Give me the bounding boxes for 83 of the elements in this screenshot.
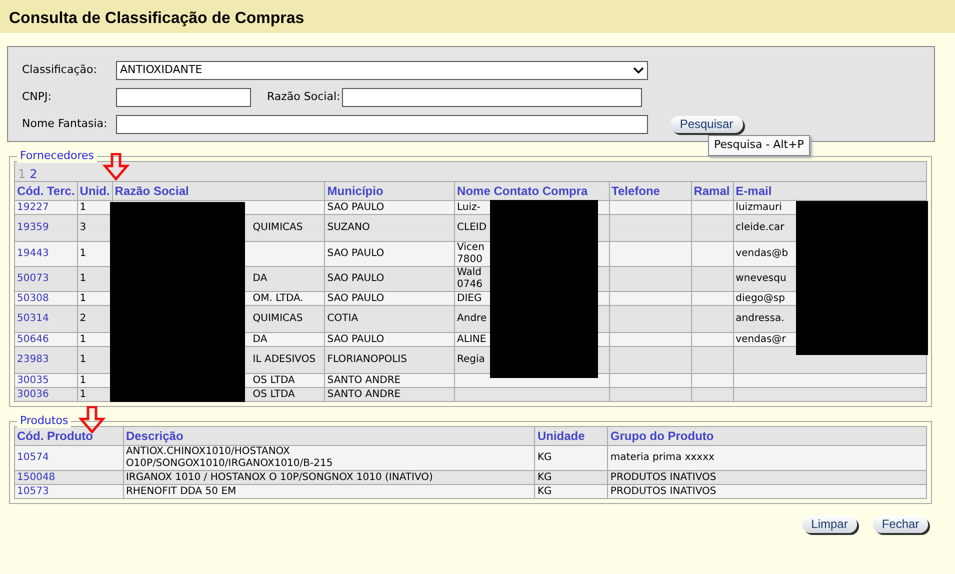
table-cell: OS LTDA — [252, 388, 295, 400]
table-cell: SAO PAULO — [327, 334, 384, 344]
table-cell: CLEID — [457, 222, 487, 233]
field-label: Razão Social: — [267, 89, 340, 106]
table-cell: 2 — [80, 313, 86, 324]
table-cell: 1 — [80, 374, 86, 386]
trade-name-field[interactable] — [116, 115, 648, 134]
field-label: CNPJ: — [22, 89, 52, 106]
column-header[interactable]: Unidade — [534, 426, 608, 446]
table-cell: luizmauri — [736, 202, 782, 212]
table-cell: DA — [252, 273, 268, 284]
table-cell: DIEG — [457, 292, 482, 304]
table-cell: KG — [537, 486, 552, 496]
table-cell: Luiz- — [457, 202, 480, 212]
table-cell: 3 — [80, 222, 86, 233]
table-cell: PRODUTOS INATIVOS — [610, 486, 716, 496]
field-label: Classificação: — [22, 62, 98, 78]
table-cell: Vicen 7800 — [457, 242, 484, 265]
table-cell: IL ADESIVOS — [252, 354, 316, 365]
table-cell: SANTO ANDRE — [327, 388, 401, 400]
page-link[interactable]: 2 — [30, 165, 38, 178]
table-cell: wnevesqu — [736, 273, 786, 284]
column-header[interactable]: Grupo do Produto — [608, 426, 926, 446]
table-cell: 1 — [80, 292, 86, 304]
page-title: Consulta de Classificação de Compras — [0, 0, 955, 33]
table-cell: ANTIOX.CHINOX1010/HOSTANOX O10P/SONGOX1010/IRGANOX1010/B-215 — [126, 446, 333, 469]
table-cell: 1 — [80, 273, 86, 284]
column-header[interactable]: Município — [324, 182, 455, 200]
table-cell: andressa. — [736, 313, 784, 324]
table-cell: FLORIANOPOLIS — [327, 354, 407, 365]
table-cell: 1 — [80, 248, 86, 259]
table-cell: DA — [252, 334, 268, 344]
search-button[interactable]: Pesquisar — [670, 116, 743, 133]
table-cell: Regia — [457, 354, 485, 365]
table-cell: diego@sp — [736, 292, 785, 304]
table-cell: 1 — [80, 334, 86, 344]
column-header[interactable]: Cód. Terc. — [14, 182, 78, 200]
field-label: Nome Fantasia: — [22, 116, 108, 132]
table-cell: Andre — [457, 313, 487, 324]
table-cell: QUIMICAS — [252, 222, 303, 233]
column-header[interactable]: Descrição — [123, 426, 535, 446]
table-cell: SUZANO — [327, 222, 370, 233]
table-cell: cleide.car — [736, 222, 784, 233]
table-cell: IRGANOX 1010 / HOSTANOX O 10P/SONGNOX 1010 (INATIVO) — [126, 472, 433, 482]
table-cell: SAO PAULO — [327, 292, 384, 304]
table-cell: SAO PAULO — [327, 248, 384, 259]
table-cell: OM. LTDA. — [252, 292, 304, 304]
section-legend: Produtos — [17, 414, 72, 428]
table-cell: 1 — [80, 202, 86, 212]
table-cell: vendas@b — [736, 248, 788, 259]
section-legend: Fornecedores — [17, 149, 98, 163]
table-cell: KG — [537, 472, 552, 482]
chevron-down-icon — [633, 67, 644, 74]
column-header[interactable]: Telefone — [609, 182, 692, 200]
column-header[interactable]: E-mail — [733, 182, 926, 200]
code-link[interactable]: 10574 — [17, 452, 49, 463]
tooltip: Pesquisa - Alt+P — [708, 135, 810, 156]
cnpj-field[interactable] — [116, 88, 251, 107]
table-cell: Wald 0746 — [457, 267, 482, 290]
company-name-field[interactable] — [342, 88, 642, 107]
table-cell: SAO PAULO — [327, 273, 384, 284]
classification-dropdown[interactable]: ANTIOXIDANTE — [116, 61, 648, 80]
table-cell: 1 — [80, 388, 86, 400]
action-button[interactable]: Fechar — [873, 516, 928, 533]
table-cell: 1 — [80, 354, 86, 365]
table-cell: RHENOFIT DDA 50 EM — [126, 486, 236, 496]
table-cell: ALINE — [457, 334, 486, 344]
down-arrow-icon — [102, 153, 130, 181]
table-cell: SANTO ANDRE — [327, 374, 401, 386]
table-cell: SAO PAULO — [327, 202, 384, 212]
table-cell: materia prima xxxxx — [610, 452, 714, 463]
column-header[interactable]: Ramal — [691, 182, 734, 200]
table-cell: OS LTDA — [252, 374, 295, 386]
column-header[interactable]: Nome Contato Compra — [454, 182, 609, 200]
column-header[interactable]: Cód. Produto — [14, 426, 124, 446]
table-cell: COTIA — [327, 313, 358, 324]
table-cell: QUIMICAS — [252, 313, 303, 324]
table-cell: KG — [537, 452, 552, 463]
action-button[interactable]: Limpar — [802, 516, 857, 533]
column-header[interactable]: Razão Social — [112, 182, 325, 200]
table-cell: vendas@r — [736, 334, 786, 344]
table-cell: PRODUTOS INATIVOS — [610, 472, 716, 482]
column-header[interactable]: Unid. — [77, 182, 112, 200]
